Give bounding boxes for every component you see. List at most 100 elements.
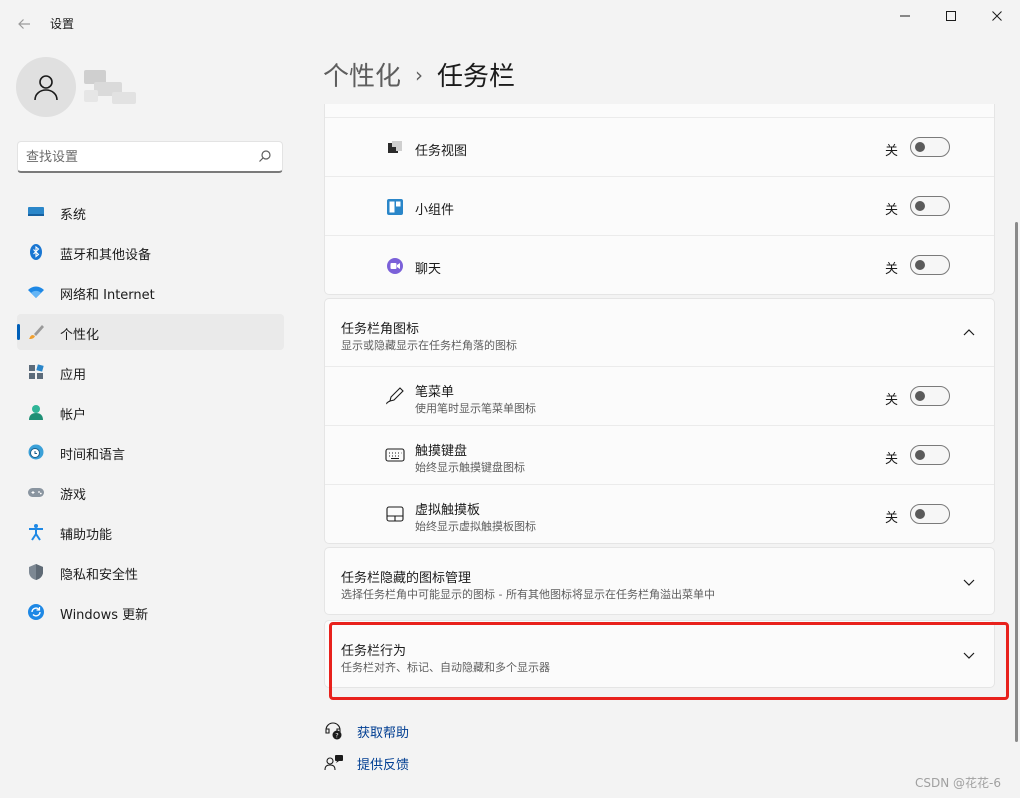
svg-text:?: ?	[335, 731, 338, 739]
sidebar-item-label: 游戏	[60, 488, 87, 503]
gamepad-icon	[28, 488, 44, 497]
corner-icons-card: 任务栏角图标 显示或隐藏显示在任务栏角落的图标 笔菜单 使用笔时显示笔菜单图标 …	[324, 298, 995, 544]
pen-menu-toggle[interactable]	[910, 386, 950, 406]
sidebar-item-label: 辅助功能	[60, 528, 113, 543]
feedback-icon	[324, 755, 343, 771]
back-button[interactable]	[10, 10, 38, 38]
touch-keyboard-toggle[interactable]	[910, 445, 950, 465]
account-icon	[29, 405, 43, 420]
sidebar-nav: 系统 蓝牙和其他设备 网络和 Internet 个性化 应用 帐户 时间和语言 …	[17, 194, 284, 634]
globe-clock-icon	[28, 444, 44, 460]
watermark: CSDN @花花-6	[915, 776, 1001, 790]
toggle-state-label: 关	[885, 511, 899, 526]
feedback-label[interactable]: 提供反馈	[357, 754, 409, 773]
sidebar-item-gaming[interactable]: 游戏	[17, 474, 284, 510]
sidebar-item-apps[interactable]: 应用	[17, 354, 284, 390]
section-title: 任务栏隐藏的图标管理	[341, 571, 472, 586]
accessibility-icon	[29, 524, 43, 541]
setting-row-virtual-touchpad: 虚拟触摸板 始终显示虚拟触摸板图标 关	[325, 484, 994, 543]
corner-icons-header[interactable]: 任务栏角图标 显示或隐藏显示在任务栏角落的图标	[325, 299, 994, 366]
settings-content[interactable]: 任务视图 关 小组件 关 聊天 关 任务栏角图标 显示或隐藏显示在任务栏角落的图…	[324, 104, 996, 798]
taskbar-items-card: 任务视图 关 小组件 关 聊天 关	[324, 104, 995, 295]
sidebar-item-label: 隐私和安全性	[60, 568, 139, 583]
toggle-state-label: 关	[885, 144, 899, 159]
brush-icon	[29, 325, 44, 339]
close-button[interactable]	[974, 0, 1020, 32]
virtual-touchpad-toggle[interactable]	[910, 504, 950, 524]
sidebar-item-personalization[interactable]: 个性化	[17, 314, 284, 350]
setting-subtitle: 始终显示虚拟触摸板图标	[415, 520, 536, 533]
blurred-user-name	[84, 70, 144, 108]
chevron-down-icon[interactable]	[961, 574, 977, 590]
toggle-state-label: 关	[885, 452, 899, 467]
sidebar-item-time-language[interactable]: 时间和语言	[17, 434, 284, 470]
title-bar: 设置	[0, 0, 1020, 46]
setting-title: 笔菜单	[415, 385, 455, 400]
feedback-link[interactable]: 提供反馈	[324, 753, 444, 773]
update-icon	[28, 604, 44, 620]
setting-subtitle: 使用笔时显示笔菜单图标	[415, 402, 536, 415]
task-view-toggle[interactable]	[910, 137, 950, 157]
sidebar-item-label: Windows 更新	[60, 608, 149, 623]
apps-icon	[29, 364, 44, 379]
setting-title: 小组件	[415, 203, 455, 218]
get-help-label[interactable]: 获取帮助	[357, 722, 409, 741]
sidebar-item-label: 应用	[60, 368, 87, 383]
sidebar-item-label: 网络和 Internet	[60, 288, 155, 303]
shield-icon	[29, 564, 43, 580]
toggle-state-label: 关	[885, 393, 899, 408]
taskbar-behavior-card[interactable]: 任务栏行为 任务栏对齐、标记、自动隐藏和多个显示器	[324, 620, 995, 688]
search-input[interactable]	[26, 146, 251, 168]
sidebar-item-accounts[interactable]: 帐户	[17, 394, 284, 430]
search-icon[interactable]	[258, 149, 272, 163]
bluetooth-icon	[30, 244, 42, 260]
minimize-button[interactable]	[882, 0, 928, 32]
sidebar-item-label: 时间和语言	[60, 448, 126, 463]
close-icon	[992, 11, 1002, 21]
setting-row-widgets: 小组件 关	[325, 176, 994, 235]
sidebar-item-windows-update[interactable]: Windows 更新	[17, 594, 284, 630]
breadcrumb-separator: ›	[415, 62, 424, 87]
maximize-icon	[946, 11, 956, 21]
setting-title: 任务视图	[415, 144, 468, 159]
touchpad-icon	[386, 506, 404, 522]
overflow-icons-card[interactable]: 任务栏隐藏的图标管理 选择任务栏角中可能显示的图标 - 所有其他图标将显示在任务…	[324, 547, 995, 615]
wifi-icon	[28, 286, 44, 298]
setting-title: 聊天	[415, 262, 442, 277]
scrollbar[interactable]	[1015, 222, 1018, 742]
setting-subtitle: 始终显示触摸键盘图标	[415, 461, 525, 474]
setting-title: 触摸键盘	[415, 444, 468, 459]
help-icon: ?	[325, 722, 342, 740]
sidebar-item-accessibility[interactable]: 辅助功能	[17, 514, 284, 550]
section-title: 任务栏角图标	[341, 322, 420, 337]
chevron-down-icon[interactable]	[961, 647, 977, 663]
section-subtitle: 选择任务栏角中可能显示的图标 - 所有其他图标将显示在任务栏角溢出菜单中	[341, 588, 715, 601]
setting-title: 虚拟触摸板	[415, 503, 481, 518]
sidebar-item-privacy[interactable]: 隐私和安全性	[17, 554, 284, 590]
sidebar-item-system[interactable]: 系统	[17, 194, 284, 230]
search-box[interactable]	[17, 141, 283, 173]
sidebar-item-label: 系统	[60, 208, 87, 223]
sidebar-item-bluetooth[interactable]: 蓝牙和其他设备	[17, 234, 284, 270]
setting-row-task-view: 任务视图 关	[325, 117, 994, 176]
sidebar-item-network[interactable]: 网络和 Internet	[17, 274, 284, 310]
task-view-icon	[388, 141, 402, 153]
toggle-state-label: 关	[885, 262, 899, 277]
avatar[interactable]	[16, 57, 76, 117]
user-icon	[34, 75, 58, 101]
chat-toggle[interactable]	[910, 255, 950, 275]
breadcrumb-parent[interactable]: 个性化	[323, 56, 401, 93]
chevron-up-icon[interactable]	[961, 325, 977, 341]
widgets-toggle[interactable]	[910, 196, 950, 216]
widgets-icon	[387, 199, 403, 215]
toggle-state-label: 关	[885, 203, 899, 218]
keyboard-icon	[385, 448, 405, 462]
setting-row-touch-keyboard: 触摸键盘 始终显示触摸键盘图标 关	[325, 425, 994, 484]
section-subtitle: 显示或隐藏显示在任务栏角落的图标	[341, 339, 517, 352]
back-arrow-icon	[18, 19, 30, 29]
maximize-button[interactable]	[928, 0, 974, 32]
section-title: 任务栏行为	[341, 644, 407, 659]
setting-row-chat: 聊天 关	[325, 235, 994, 294]
app-title: 设置	[50, 17, 75, 31]
get-help-link[interactable]: ? 获取帮助	[324, 721, 444, 741]
